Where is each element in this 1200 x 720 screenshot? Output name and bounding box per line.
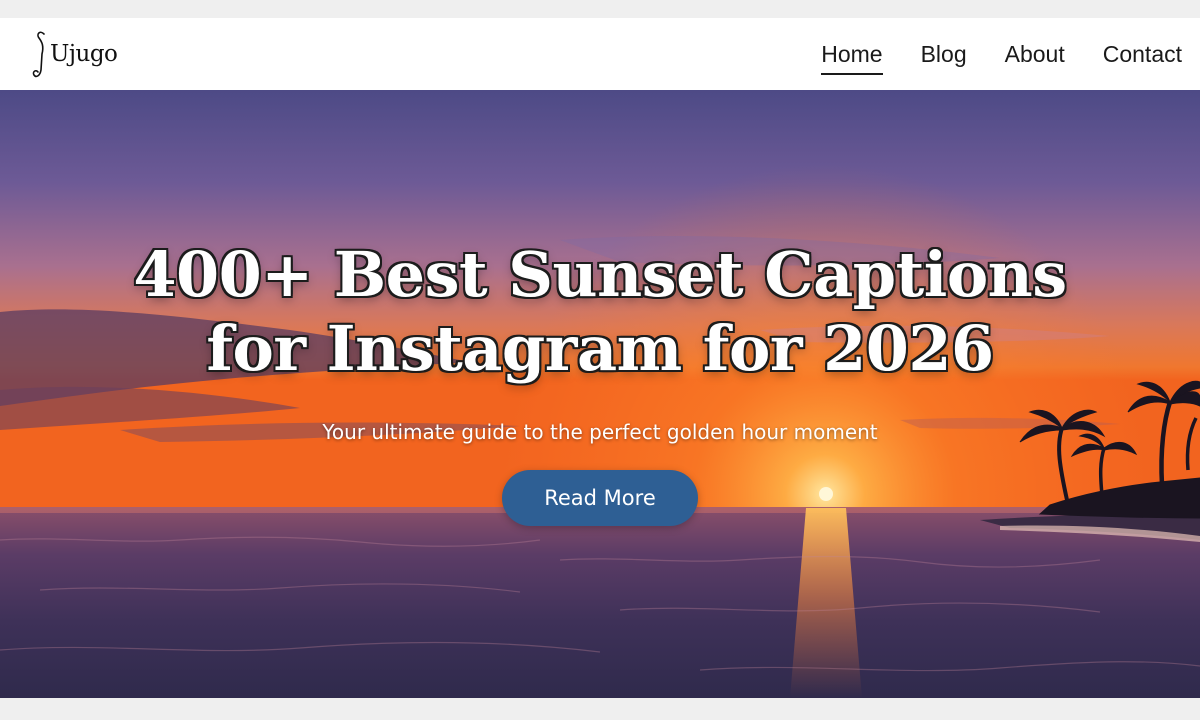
nav-contact-link[interactable]: Contact [1103,37,1182,72]
nav-blog-link[interactable]: Blog [921,37,967,72]
hero-content: 400+ Best Sunset Captions for Instagram … [0,90,1200,698]
nav-home-link[interactable]: Home [821,37,883,75]
hero-title: 400+ Best Sunset Captions for Instagram … [100,238,1100,386]
top-strip [0,0,1200,18]
hero-title-line-1: 400+ Best Sunset Captions [133,238,1067,311]
logo-text: Ujugo [50,41,118,67]
read-more-button[interactable]: Read More [502,470,698,526]
hero-title-line-2: for Instagram for 2026 [206,312,994,385]
bottom-strip [0,698,1200,720]
hero-subtitle: Your ultimate guide to the perfect golde… [322,420,878,444]
hero-section: 400+ Best Sunset Captions for Instagram … [0,90,1200,698]
site-header: Ujugo Home Blog About Contact [0,18,1200,90]
logo-mark-icon [32,31,45,78]
main-nav: Home Blog About Contact [783,37,1182,75]
site-logo[interactable]: Ujugo [30,26,118,82]
nav-about-link[interactable]: About [1005,37,1065,72]
